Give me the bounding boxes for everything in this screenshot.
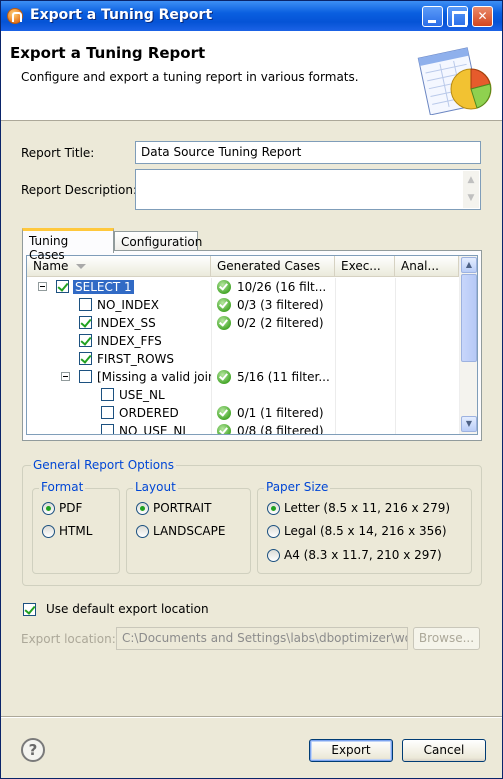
paper-letter-radio[interactable]	[267, 502, 280, 515]
row-generated: 0/3 (3 filtered)	[237, 298, 324, 312]
tuning-cases-tree-table[interactable]: Name Generated Cases Exec... Anal... SEL…	[26, 255, 478, 435]
title-bar[interactable]: Export a Tuning Report ✕	[1, 1, 502, 31]
success-icon	[217, 424, 231, 434]
report-description-label: Report Description:	[21, 183, 137, 197]
row-name: FIRST_ROWS	[97, 352, 174, 366]
app-icon	[7, 8, 23, 24]
export-location-input[interactable]: C:\Documents and Settings\labs\dboptimiz…	[116, 627, 408, 650]
use-default-location-label[interactable]: Use default export location	[46, 602, 209, 616]
paper-legal-radio[interactable]	[267, 525, 280, 538]
paper-a4-label[interactable]: A4 (8.3 x 11.7, 210 x 297)	[284, 548, 442, 562]
row-name: SELECT 1	[73, 280, 134, 294]
cancel-button[interactable]: Cancel	[402, 739, 486, 762]
tab-tuning-cases[interactable]: Tuning Cases	[22, 228, 114, 262]
wizard-header: Export a Tuning Report Configure and exp…	[1, 31, 502, 121]
table-rows: SELECT 1 10/26 (16 filt... NO_INDEX 0/3 …	[27, 278, 459, 435]
report-description-input[interactable]: ▲ ▼	[135, 169, 481, 210]
layout-landscape-radio[interactable]	[136, 525, 149, 538]
format-html-label[interactable]: HTML	[59, 524, 92, 538]
tuning-cases-panel: Name Generated Cases Exec... Anal... SEL…	[22, 250, 482, 441]
export-dialog: Export a Tuning Report ✕ Export a Tuning…	[0, 0, 503, 779]
layout-portrait-label[interactable]: PORTRAIT	[153, 501, 211, 515]
table-scrollbar[interactable]: ▲ ▼	[459, 256, 477, 434]
column-header-generated[interactable]: Generated Cases	[211, 256, 335, 277]
browse-button[interactable]: Browse...	[413, 627, 480, 650]
row-checkbox[interactable]	[101, 406, 114, 419]
row-name: NO_INDEX	[97, 298, 159, 312]
layout-title: Layout	[133, 480, 178, 494]
row-name: INDEX_SS	[97, 316, 156, 330]
row-checkbox[interactable]	[101, 424, 114, 434]
table-row[interactable]: INDEX_FFS	[27, 332, 459, 350]
format-pdf-label[interactable]: PDF	[59, 501, 82, 515]
row-generated: 0/1 (1 filtered)	[237, 406, 324, 420]
row-generated: 10/26 (16 filt...	[237, 280, 327, 294]
minimize-button[interactable]	[422, 6, 443, 27]
format-title: Format	[39, 480, 86, 494]
collapse-icon[interactable]	[38, 282, 47, 291]
format-html-radio[interactable]	[42, 525, 55, 538]
report-title-input[interactable]: Data Source Tuning Report	[135, 141, 481, 164]
success-icon	[217, 370, 231, 384]
table-row[interactable]: [Missing a valid join c 5/16 (11 filter.…	[27, 368, 459, 386]
success-icon	[217, 316, 231, 330]
window-title: Export a Tuning Report	[30, 7, 213, 23]
scroll-up-icon: ▲	[467, 175, 475, 185]
row-generated: 0/2 (2 filtered)	[237, 316, 324, 330]
row-checkbox[interactable]	[79, 334, 92, 347]
row-checkbox[interactable]	[79, 370, 92, 383]
scroll-down-button[interactable]: ▼	[461, 416, 477, 432]
scroll-thumb[interactable]	[461, 274, 477, 362]
row-checkbox[interactable]	[101, 388, 114, 401]
row-checkbox[interactable]	[79, 298, 92, 311]
report-chart-icon	[417, 47, 492, 115]
scroll-down-icon: ▼	[467, 193, 475, 203]
row-generated: 5/16 (11 filter...	[237, 370, 330, 384]
row-name: ORDERED	[119, 406, 179, 420]
table-row[interactable]: FIRST_ROWS	[27, 350, 459, 368]
layout-portrait-radio[interactable]	[136, 502, 149, 515]
export-button[interactable]: Export	[309, 739, 393, 762]
success-icon	[217, 298, 231, 312]
row-name: USE_NL	[119, 388, 165, 402]
separator	[1, 716, 502, 718]
description-scrollbar[interactable]: ▲ ▼	[463, 171, 479, 208]
paper-letter-label[interactable]: Letter (8.5 x 11, 216 x 279)	[284, 501, 450, 515]
paper-legal-label[interactable]: Legal (8.5 x 14, 216 x 356)	[284, 524, 447, 538]
table-row[interactable]: SELECT 1 10/26 (16 filt...	[27, 278, 459, 296]
column-header-anal[interactable]: Anal...	[395, 256, 459, 277]
layout-landscape-label[interactable]: LANDSCAPE	[153, 524, 225, 538]
sort-arrow-icon	[76, 264, 87, 269]
help-icon[interactable]: ?	[21, 738, 45, 762]
export-location-label: Export location:	[21, 632, 116, 646]
general-report-options-title: General Report Options	[31, 458, 176, 472]
table-row[interactable]: USE_NL	[27, 386, 459, 404]
table-header: Name Generated Cases Exec... Anal...	[27, 256, 459, 277]
report-title-label: Report Title:	[21, 146, 95, 160]
success-icon	[217, 280, 231, 294]
row-name: NO_USE_NL	[119, 424, 190, 435]
table-row[interactable]: ORDERED 0/1 (1 filtered)	[27, 404, 459, 422]
row-name: INDEX_FFS	[97, 334, 162, 348]
paper-a4-radio[interactable]	[267, 549, 280, 562]
row-checkbox[interactable]	[79, 316, 92, 329]
success-icon	[217, 406, 231, 420]
paper-size-title: Paper Size	[264, 480, 331, 494]
column-header-exec[interactable]: Exec...	[335, 256, 395, 277]
scroll-up-button[interactable]: ▲	[461, 257, 477, 273]
close-button[interactable]: ✕	[472, 6, 493, 27]
format-pdf-radio[interactable]	[42, 502, 55, 515]
use-default-location-checkbox[interactable]	[23, 603, 36, 616]
row-checkbox[interactable]	[79, 352, 92, 365]
page-title: Export a Tuning Report	[10, 44, 206, 62]
table-row[interactable]: NO_INDEX 0/3 (3 filtered)	[27, 296, 459, 314]
table-row[interactable]: NO_USE_NL 0/8 (8 filtered)	[27, 422, 459, 435]
row-generated: 0/8 (8 filtered)	[237, 424, 324, 435]
row-checkbox[interactable]	[56, 280, 69, 293]
page-description: Configure and export a tuning report in …	[21, 70, 359, 84]
table-row[interactable]: INDEX_SS 0/2 (2 filtered)	[27, 314, 459, 332]
collapse-icon[interactable]	[61, 372, 70, 381]
row-name: [Missing a valid join c	[97, 370, 211, 384]
maximize-button[interactable]	[447, 6, 468, 27]
